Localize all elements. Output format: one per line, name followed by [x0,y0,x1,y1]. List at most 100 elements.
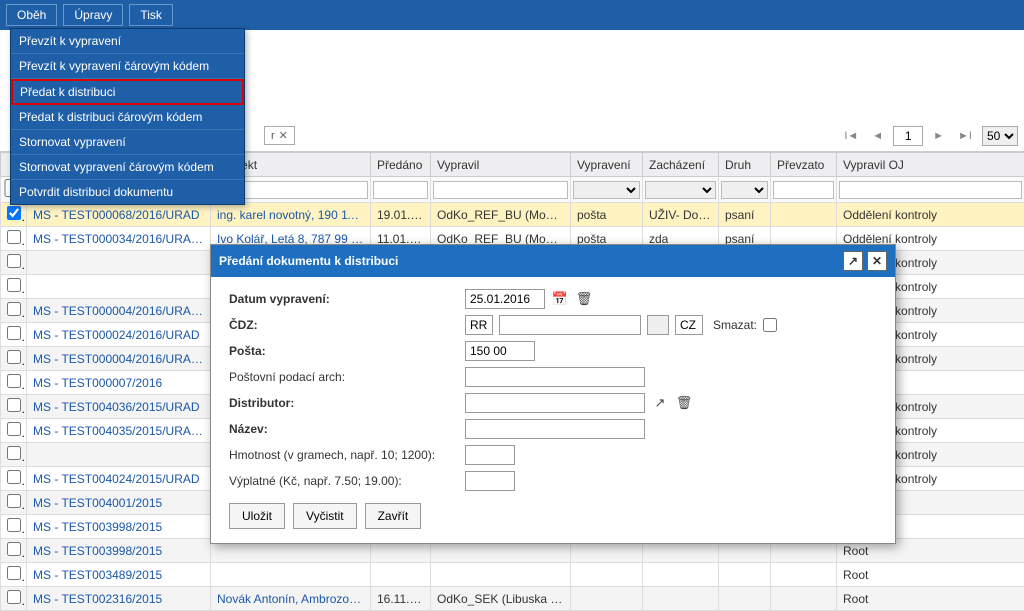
row-checkbox[interactable] [7,254,21,268]
input-hmotnost[interactable] [465,445,515,465]
filter-vypraveni[interactable] [573,181,640,199]
row-checkbox[interactable] [7,470,21,484]
filter-vypravil[interactable] [433,181,568,199]
table-cell: MS - TEST000024/2016/URAD [27,323,211,347]
row-checkbox[interactable] [7,350,21,364]
table-cell: MS - TEST000007/2016 [27,371,211,395]
table-cell [1,275,27,299]
filter-zachazeni[interactable] [645,181,716,199]
row-checkbox[interactable] [7,398,21,412]
input-cdz-prefix[interactable] [465,315,493,335]
table-row[interactable]: MS - TEST000068/2016/URADing. karel novo… [1,203,1024,227]
col-zachazeni[interactable]: Zacházení [643,153,719,177]
filter-oj[interactable] [839,181,1022,199]
clear-date-icon[interactable]: 🗑 [575,290,593,308]
table-cell [371,563,431,587]
table-cell [643,587,719,611]
row-checkbox[interactable] [7,494,21,508]
table-cell: OdKo_SEK (Libuska Pisová) [431,587,571,611]
table-cell [571,563,643,587]
page-prev-icon[interactable]: ◄ [868,130,887,142]
calendar-icon[interactable]: 📅 [551,290,569,308]
table-cell [719,563,771,587]
modal-popout-icon[interactable]: ↗ [843,251,863,271]
close-button[interactable]: Zavřít [365,503,422,529]
col-prevzato[interactable]: Převzato [771,153,837,177]
clear-distributor-icon[interactable]: 🗑 [675,394,693,412]
table-cell [211,563,371,587]
input-cdz-number[interactable] [499,315,641,335]
table-cell: pošta [571,203,643,227]
row-checkbox[interactable] [7,590,21,604]
dropdown-item[interactable]: Předat k distribuci čárovým kódem [11,105,244,130]
col-vypraveni[interactable]: Vypravení [571,153,643,177]
filter-druh[interactable] [721,181,768,199]
page-last-icon[interactable]: ►I [954,130,976,142]
table-cell: UŽIV- Dodejk [643,203,719,227]
dropdown-item[interactable]: Převzít k vypravení čárovým kódem [11,54,244,79]
row-checkbox[interactable] [7,566,21,580]
page-first-icon[interactable]: I◄ [840,130,862,142]
row-checkbox[interactable] [7,422,21,436]
row-checkbox[interactable] [7,302,21,316]
filter-chip[interactable]: r ✕ [264,126,295,145]
table-row[interactable]: MS - TEST003489/2015Root [1,563,1024,587]
upravy-button[interactable]: Úpravy [63,4,123,26]
input-nazev[interactable] [465,419,645,439]
row-checkbox[interactable] [7,326,21,340]
table-cell [1,467,27,491]
page-size-select[interactable]: 50 [982,126,1018,146]
input-vyplatne[interactable] [465,471,515,491]
col-druh[interactable]: Druh [719,153,771,177]
dropdown-item[interactable]: Stornovat vypravení čárovým kódem [11,155,244,180]
page-next-icon[interactable]: ► [929,130,948,142]
table-cell: MS - TEST003489/2015 [27,563,211,587]
label-distributor: Distributor: [229,396,459,410]
checkbox-smazat[interactable] [763,318,777,332]
filter-predano[interactable] [373,181,428,199]
row-checkbox[interactable] [7,206,21,220]
table-cell: MS - TEST004036/2015/URAD [27,395,211,419]
col-predano[interactable]: Předáno [371,153,431,177]
save-button[interactable]: Uložit [229,503,285,529]
modal-titlebar[interactable]: Předání dokumentu k distribuci ↗ ✕ [211,245,895,277]
input-cdz-suffix[interactable] [675,315,703,335]
clear-button[interactable]: Vyčistit [293,503,357,529]
modal-close-icon[interactable]: ✕ [867,251,887,271]
row-checkbox[interactable] [7,278,21,292]
table-cell: Root [837,587,1024,611]
modal-title-text: Předání dokumentu k distribuci [219,254,398,268]
filter-prevzato[interactable] [773,181,834,199]
page-number-input[interactable] [893,126,923,146]
row-checkbox[interactable] [7,518,21,532]
row-checkbox[interactable] [7,230,21,244]
input-posta[interactable] [465,341,535,361]
lookup-distributor-icon[interactable]: ↗ [651,394,669,412]
table-cell [27,275,211,299]
row-checkbox[interactable] [7,542,21,556]
table-cell [1,563,27,587]
table-cell: MS - TEST004024/2015/URAD [27,467,211,491]
tisk-button[interactable]: Tisk [129,4,173,26]
table-cell: MS - TEST000034/2016/URAD/01 [27,227,211,251]
table-cell: MS - TEST000004/2016/URAD/02 [27,299,211,323]
dropdown-item[interactable]: Stornovat vypravení [11,130,244,155]
label-datum: Datum vypravení: [229,292,459,306]
input-distributor[interactable] [465,393,645,413]
col-vypravil[interactable]: Vypravil [431,153,571,177]
input-arch[interactable] [465,367,645,387]
table-row[interactable]: MS - TEST002316/2015Novák Antonín, Ambro… [1,587,1024,611]
row-checkbox[interactable] [7,446,21,460]
obeh-button[interactable]: Oběh [6,4,57,26]
dropdown-item[interactable]: Předat k distribuci [11,79,244,105]
table-cell [27,443,211,467]
dropdown-item[interactable]: Potvrdit distribuci dokumentu [11,180,244,204]
table-cell [431,563,571,587]
filter-chip-close-icon[interactable]: ✕ [279,129,288,142]
col-vypravil-oj[interactable]: Vypravil OJ [837,153,1024,177]
table-cell: MS - TEST002316/2015 [27,587,211,611]
row-checkbox[interactable] [7,374,21,388]
dropdown-item[interactable]: Převzít k vypravení [11,29,244,54]
table-cell [719,587,771,611]
input-datum[interactable] [465,289,545,309]
